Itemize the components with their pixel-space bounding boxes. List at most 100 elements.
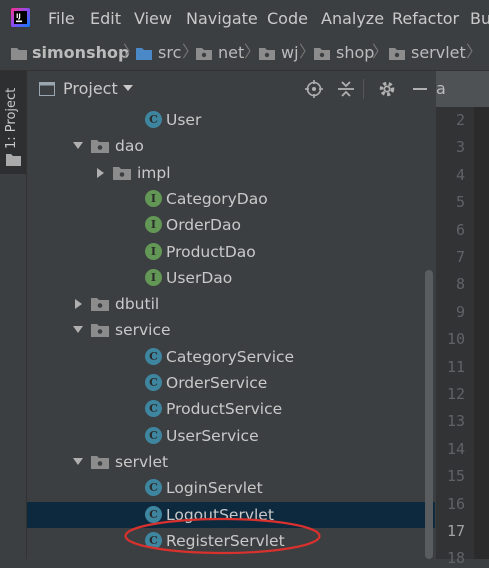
menu-analyze[interactable]: Analyze [321,9,384,29]
tree-row-label: User [166,111,202,129]
project-tool-tab[interactable]: 1: Project [0,71,26,174]
minimize-icon[interactable] [413,88,427,90]
tree-row-loginservlet[interactable]: C LoginServlet [27,475,435,501]
line-number: 12 [446,385,465,403]
package-icon [314,48,330,60]
package-folder-icon [113,166,131,180]
project-view-icon [39,82,55,96]
gear-icon[interactable] [378,80,396,98]
class-icon: C [145,400,162,418]
menu-navigate[interactable]: Navigate [186,9,258,29]
tool-window-stripe: 1: Project [0,71,27,559]
tree-row-productdao[interactable]: I ProductDao [27,239,435,265]
tree-row-service[interactable]: service [27,317,435,343]
tree-scrollbar-thumb[interactable] [425,270,433,559]
tree-row-userdao[interactable]: I UserDao [27,265,435,291]
line-number: 7 [455,248,465,266]
package-icon [389,48,405,60]
tree-row-user[interactable]: C User [27,107,435,133]
interface-icon: I [145,268,162,286]
collapse-all-icon[interactable] [337,80,355,98]
tree-row-impl[interactable]: impl [27,160,435,186]
tree-row-dbutil[interactable]: dbutil [27,291,435,317]
menu-file[interactable]: File [48,9,75,29]
breadcrumb-servlet[interactable]: servlet [411,43,466,63]
menu-view[interactable]: View [134,9,172,29]
tree-row-dao[interactable]: dao [27,133,435,159]
breadcrumb-src[interactable]: src [158,43,181,63]
class-icon: C [145,111,162,128]
editor-tab-label: a [436,79,446,98]
line-number: 13 [446,412,465,431]
package-icon [259,48,275,60]
breadcrumb-project[interactable]: simonshop [32,43,129,63]
annotation-ellipse [124,517,321,555]
line-number: 4 [455,165,465,184]
menu-bar: IJ File Edit View Navigate Code Analyze … [0,0,489,37]
tree-row-categorydao[interactable]: I CategoryDao [27,186,435,212]
package-folder-icon [91,324,109,338]
tree-row-categoryservice[interactable]: C CategoryService [27,344,435,370]
tree-row-label: OrderDao [166,216,241,235]
intellij-logo-icon[interactable]: IJ [11,8,30,27]
package-icon [196,48,212,60]
tree-row-servlet[interactable]: servlet [27,449,435,475]
breadcrumb-shop[interactable]: shop [336,43,374,63]
menu-code[interactable]: Code [267,9,308,29]
tree-row-label: UserService [166,426,259,445]
line-number: 11 [446,357,465,376]
editor-tab[interactable]: a [436,71,489,107]
toolbar-divider [363,79,364,99]
interface-icon: I [145,242,162,260]
tree-row-label: dbutil [115,295,160,314]
line-number: 6 [455,220,465,239]
interface-icon: I [145,189,162,207]
editor-body[interactable] [474,107,489,559]
tree-row-productservice[interactable]: C ProductService [27,396,435,422]
project-view-selector[interactable]: Project [63,79,118,99]
line-number: 3 [455,138,465,157]
line-number: 9 [455,302,465,321]
interface-icon: I [145,216,162,234]
tree-row-label: ProductService [166,400,283,419]
breadcrumb-net[interactable]: net [218,43,244,63]
line-number: 16 [446,494,465,513]
folder-icon [11,48,27,60]
chevron-right-icon[interactable] [97,167,104,178]
class-icon: C [145,426,162,444]
breadcrumb: simonshop 〉 src 〉 net 〉 wj 〉 shop 〉 serv… [0,37,489,71]
package-folder-icon [91,455,109,469]
menu-refactor[interactable]: Refactor [392,9,459,29]
package-folder-icon [91,298,109,312]
tree-row-label: CategoryService [166,347,295,366]
project-panel-header: Project [27,71,435,108]
menu-build[interactable]: Bu [470,9,489,29]
package-folder-icon [91,140,109,154]
line-number: 17 [446,522,465,540]
folder-icon [6,154,21,166]
tree-row-orderservice[interactable]: C OrderService [27,370,435,396]
chevron-right-icon[interactable] [75,299,82,310]
menu-edit[interactable]: Edit [90,9,121,29]
breadcrumb-wj[interactable]: wj [281,43,299,63]
line-number: 18 [446,549,465,568]
tree-row-label: UserDao [166,268,233,287]
source-folder-icon [136,48,152,60]
chevron-down-icon[interactable] [73,457,83,465]
breadcrumb-separator-icon: 〉 [466,42,483,61]
tree-row-label: ProductDao [166,242,256,261]
tree-row-orderdao[interactable]: I OrderDao [27,212,435,238]
chevron-down-icon[interactable] [73,142,83,150]
locate-file-icon[interactable] [305,80,323,98]
tree-row-label: OrderService [166,374,268,392]
line-number: 14 [446,439,465,458]
tree-row-label: servlet [115,452,169,471]
tree-row-label: service [115,321,171,340]
chevron-down-icon[interactable] [73,326,83,334]
project-tree[interactable]: C User dao impl I CategoryDao I OrderDao I Produc… [27,107,435,559]
tree-row-label: LoginServlet [166,479,263,498]
svg-text:IJ: IJ [16,12,21,20]
chevron-down-icon[interactable] [123,85,133,91]
tree-row-userservice[interactable]: C UserService [27,423,435,449]
line-number: 5 [455,193,465,212]
